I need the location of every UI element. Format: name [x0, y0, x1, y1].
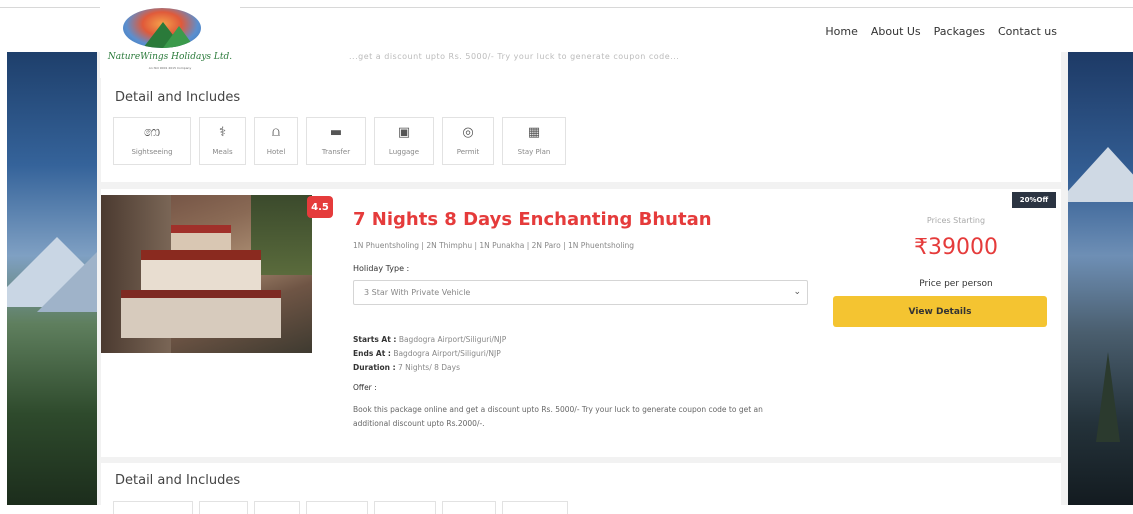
include-transfer[interactable]: ▬ Transfer [306, 117, 366, 165]
binoculars-icon: ෩ [143, 125, 161, 140]
include-box-partial[interactable] [306, 501, 368, 514]
price-per-person-label: Price per person [919, 279, 993, 289]
rating-badge: 4.5 [307, 196, 333, 218]
view-details-button[interactable]: View Details [833, 296, 1047, 327]
main-content: ...get a discount upto Rs. 5000/- Try yo… [97, 52, 1068, 514]
package-route: 1N Phuentsholing | 2N Thimphu | 1N Punak… [353, 241, 635, 250]
package-includes-card-bottom: Detail and Includes [101, 463, 1061, 514]
package-price: ₹39000 [914, 235, 998, 260]
brand-name: NatureWings Holidays Ltd. [107, 52, 233, 62]
calendar-icon: ▦ [527, 125, 541, 140]
car-icon: ▬ [329, 125, 343, 140]
discount-badge: 20%Off [1012, 192, 1056, 208]
luggage-icon: ▣ [397, 125, 411, 140]
include-box-partial[interactable] [442, 501, 496, 514]
chevron-down-icon: ⌄ [793, 287, 801, 297]
nav-about-us[interactable]: About Us [871, 25, 921, 38]
offer-text: Book this package online and get a disco… [353, 405, 763, 428]
include-meals[interactable]: ⚕ Meals [199, 117, 246, 165]
holiday-type-select[interactable]: 3 Star With Private Vehicle ⌄ [353, 280, 808, 305]
include-box-partial[interactable] [254, 501, 300, 514]
nav-packages[interactable]: Packages [934, 25, 985, 38]
background-scenery-left [7, 52, 97, 505]
package-includes-card-top: ...get a discount upto Rs. 5000/- Try yo… [101, 52, 1061, 182]
include-stay-plan[interactable]: ▦ Stay Plan [502, 117, 566, 165]
nav-home[interactable]: Home [825, 25, 857, 38]
site-logo[interactable]: NatureWings Holidays Ltd. An ISO 9001 20… [100, 6, 240, 78]
detail-includes-title-bottom: Detail and Includes [115, 473, 241, 488]
include-hotel[interactable]: ⩍ Hotel [254, 117, 298, 165]
holiday-type-label: Holiday Type : [353, 264, 410, 273]
background-scenery-right [1068, 52, 1133, 505]
detail-includes-title: Detail and Includes [115, 90, 241, 105]
main-nav: Home About Us Packages Contact us [825, 25, 1057, 38]
meals-icon: ⚕ [218, 125, 227, 140]
package-image[interactable] [101, 195, 312, 353]
brand-tagline: An ISO 9001 2015 Company [148, 66, 192, 70]
starts-at: Starts At : Bagdogra Airport/Siliguri/NJ… [353, 335, 507, 344]
ends-at: Ends At : Bagdogra Airport/Siliguri/NJP [353, 349, 501, 358]
package-title[interactable]: 7 Nights 8 Days Enchanting Bhutan [353, 209, 712, 230]
include-box-partial[interactable] [374, 501, 436, 514]
package-card: 4.5 7 Nights 8 Days Enchanting Bhutan 1N… [101, 189, 1061, 457]
holiday-type-value: 3 Star With Private Vehicle [364, 288, 471, 297]
faded-offer-text: ...get a discount upto Rs. 5000/- Try yo… [349, 52, 680, 61]
nav-contact-us[interactable]: Contact us [998, 25, 1057, 38]
includes-row: ෩ Sightseeing ⚕ Meals ⩍ Hotel ▬ Transfer… [113, 117, 566, 165]
offer-label: Offer : [353, 383, 377, 392]
bed-icon: ⩍ [271, 125, 281, 140]
include-luggage[interactable]: ▣ Luggage [374, 117, 434, 165]
prices-starting-label: Prices Starting [926, 216, 986, 225]
map-pin-icon: ◎ [462, 125, 474, 140]
include-permit[interactable]: ◎ Permit [442, 117, 494, 165]
include-box-partial[interactable] [199, 501, 248, 514]
duration: Duration : 7 Nights/ 8 Days [353, 363, 460, 372]
include-box-partial[interactable] [113, 501, 193, 514]
include-sightseeing[interactable]: ෩ Sightseeing [113, 117, 191, 165]
logo-globe-icon [123, 8, 201, 48]
include-box-partial[interactable] [502, 501, 568, 514]
